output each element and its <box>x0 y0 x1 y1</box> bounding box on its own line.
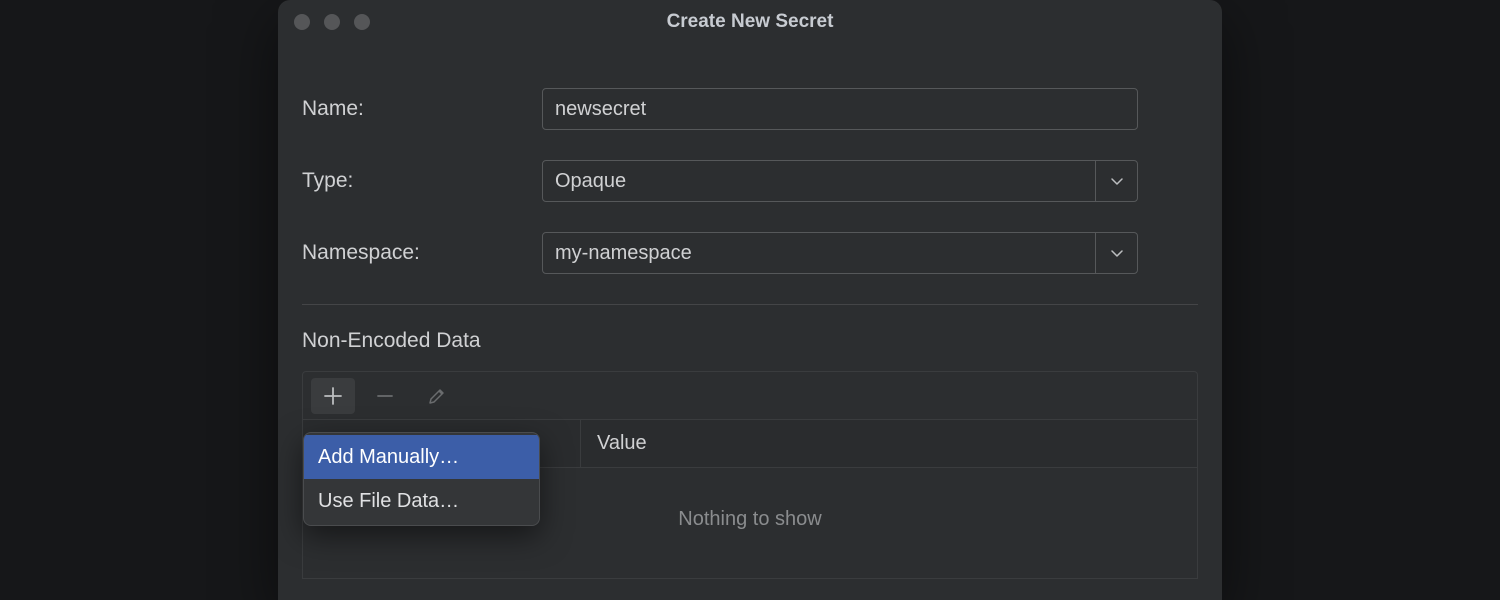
section-title: Non-Encoded Data <box>278 305 1222 371</box>
type-value: Opaque <box>543 170 1095 193</box>
maximize-window-button[interactable] <box>354 14 370 30</box>
type-select[interactable]: Opaque <box>542 160 1138 202</box>
menu-use-file-data[interactable]: Use File Data… <box>304 479 539 523</box>
chevron-down-icon <box>1095 233 1137 273</box>
name-input[interactable] <box>542 88 1138 130</box>
form: Name: Type: Opaque Namespace: my-namespa… <box>278 44 1222 274</box>
menu-add-manually[interactable]: Add Manually… <box>304 435 539 479</box>
empty-text: Nothing to show <box>678 508 821 531</box>
window-controls <box>294 14 370 30</box>
namespace-value: my-namespace <box>543 242 1095 265</box>
minus-icon <box>375 386 395 406</box>
namespace-label: Namespace: <box>302 241 542 265</box>
pencil-icon <box>427 386 447 406</box>
type-row: Type: Opaque <box>302 160 1198 202</box>
name-row: Name: <box>302 88 1198 130</box>
edit-button[interactable] <box>415 378 459 414</box>
titlebar: Create New Secret <box>278 0 1222 44</box>
add-popup-menu: Add Manually… Use File Data… <box>303 432 540 526</box>
name-label: Name: <box>302 97 542 121</box>
add-button[interactable] <box>311 378 355 414</box>
close-window-button[interactable] <box>294 14 310 30</box>
type-label: Type: <box>302 169 542 193</box>
namespace-select[interactable]: my-namespace <box>542 232 1138 274</box>
dialog-title: Create New Secret <box>667 11 834 33</box>
column-value[interactable]: Value <box>581 432 1197 455</box>
create-secret-dialog: Create New Secret Name: Type: Opaque Nam… <box>278 0 1222 600</box>
chevron-down-icon <box>1095 161 1137 201</box>
plus-icon <box>323 386 343 406</box>
data-table: Name Value Nothing to show Add Manually…… <box>302 371 1198 579</box>
table-toolbar <box>303 372 1197 420</box>
minimize-window-button[interactable] <box>324 14 340 30</box>
remove-button[interactable] <box>363 378 407 414</box>
namespace-row: Namespace: my-namespace <box>302 232 1198 274</box>
